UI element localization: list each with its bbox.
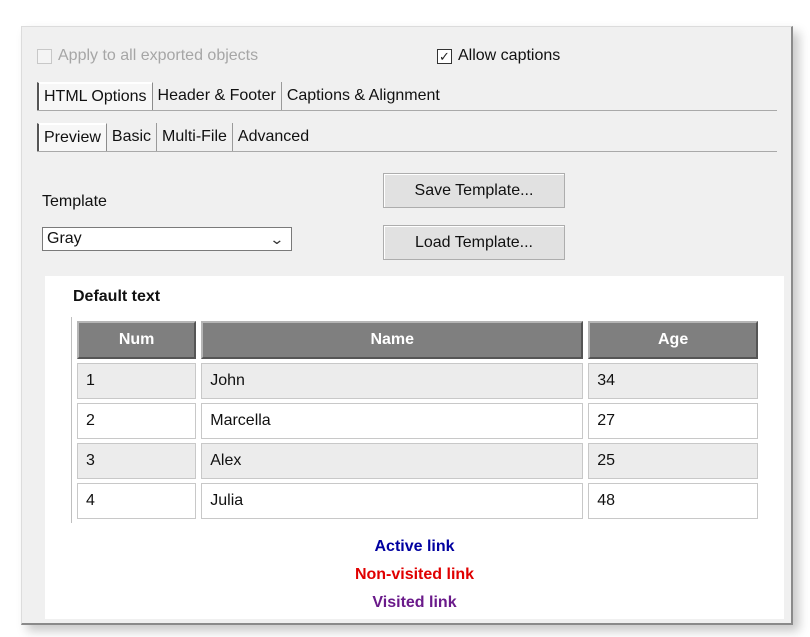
checkmark-icon: ✓: [439, 48, 450, 64]
cell-num: 4: [77, 483, 197, 519]
template-select-value: Gray: [47, 230, 82, 247]
active-link-sample: Active link: [374, 538, 455, 555]
tab-header-footer[interactable]: Header & Footer: [153, 82, 282, 110]
cell-name: Alex: [201, 443, 584, 479]
tab-advanced[interactable]: Advanced: [233, 123, 314, 151]
non-visited-link-sample: Non-visited link: [354, 566, 475, 583]
template-select[interactable]: Gray ⌄: [42, 227, 292, 251]
cell-name: John: [201, 363, 584, 399]
cell-age: 27: [588, 403, 758, 439]
visited-link-sample: Visited link: [372, 594, 457, 611]
table-row: 3 Alex 25: [77, 443, 758, 479]
apply-all-label: Apply to all exported objects: [58, 47, 259, 64]
tab-html-options[interactable]: HTML Options: [37, 82, 153, 110]
tab-header-footer-label: Header & Footer: [157, 87, 276, 104]
cell-num: 3: [77, 443, 197, 479]
tab-html-options-label: HTML Options: [44, 87, 147, 105]
tab-multi-file-label: Multi-File: [162, 128, 227, 145]
main-tab-strip: HTML Options Header & Footer Captions & …: [37, 82, 777, 111]
table-row: 4 Julia 48: [77, 483, 758, 519]
allow-captions-checkbox-row[interactable]: ✓ Allow captions: [437, 47, 560, 65]
tab-preview-label: Preview: [44, 128, 101, 146]
tab-multi-file[interactable]: Multi-File: [157, 123, 233, 151]
apply-all-checkbox-row[interactable]: Apply to all exported objects: [37, 47, 258, 65]
preview-table: Num Name Age 1 John 34 2 Marcella 27 3 A…: [71, 317, 763, 523]
template-preview: Default text Num Name Age 1 John 34 2 Ma…: [45, 276, 784, 619]
html-options-panel: Apply to all exported objects ✓ Allow ca…: [21, 26, 793, 625]
tab-basic[interactable]: Basic: [107, 123, 158, 151]
chevron-down-icon[interactable]: ⌄: [270, 231, 285, 248]
column-header-num: Num: [77, 321, 197, 359]
save-template-button[interactable]: Save Template...: [383, 173, 565, 208]
apply-all-checkbox[interactable]: [37, 48, 52, 64]
cell-name: Julia: [201, 483, 584, 519]
cell-age: 48: [588, 483, 758, 519]
allow-captions-checkbox[interactable]: ✓: [437, 48, 452, 64]
template-label: Template: [42, 193, 107, 210]
cell-num: 1: [77, 363, 197, 399]
tab-preview[interactable]: Preview: [37, 123, 107, 151]
tab-basic-label: Basic: [111, 128, 152, 145]
tab-advanced-label: Advanced: [237, 128, 310, 145]
cell-name: Marcella: [201, 403, 584, 439]
tab-captions-alignment[interactable]: Captions & Alignment: [282, 82, 445, 110]
column-header-name: Name: [201, 321, 584, 359]
table-row: 2 Marcella 27: [77, 403, 758, 439]
default-text-sample: Default text: [73, 288, 161, 305]
tab-captions-alignment-label: Captions & Alignment: [286, 87, 440, 104]
column-header-age: Age: [588, 321, 758, 359]
main-tab-divider: [37, 110, 777, 111]
load-template-button[interactable]: Load Template...: [383, 225, 565, 260]
cell-num: 2: [77, 403, 197, 439]
cell-age: 34: [588, 363, 758, 399]
sub-tab-strip: Preview Basic Multi-File Advanced: [37, 123, 777, 152]
cell-age: 25: [588, 443, 758, 479]
table-row: 1 John 34: [77, 363, 758, 399]
allow-captions-label: Allow captions: [458, 47, 561, 64]
sub-tab-divider: [37, 151, 777, 152]
table-header-row: Num Name Age: [77, 321, 758, 359]
